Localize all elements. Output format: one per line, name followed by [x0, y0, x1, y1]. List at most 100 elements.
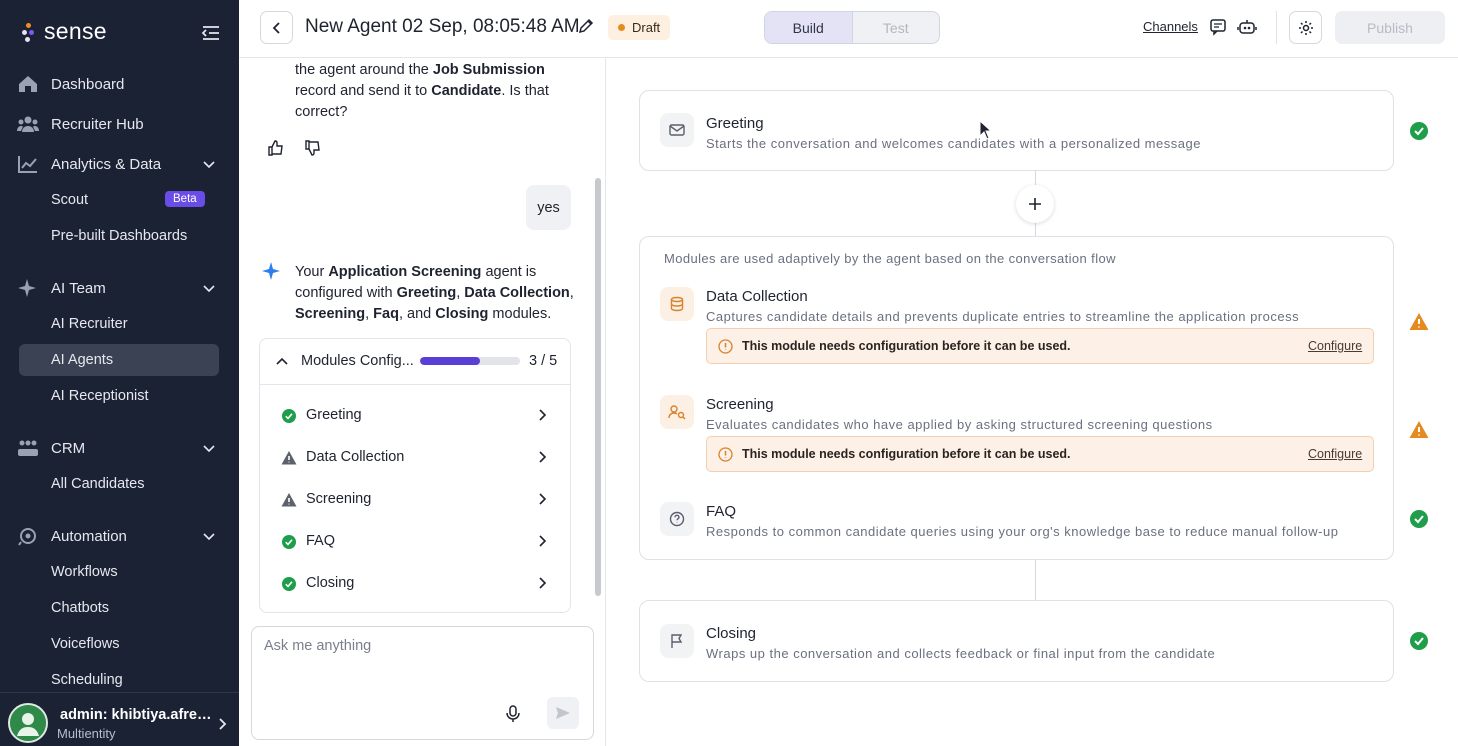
chevron-left-icon [272, 21, 280, 34]
check-circle-icon [281, 534, 297, 550]
chat-panel: the agent around the Job Submission reco… [239, 58, 606, 746]
logo[interactable]: sense [22, 18, 107, 45]
avatar [8, 703, 48, 743]
chevron-down-icon[interactable] [202, 529, 216, 543]
nav-label: Recruiter Hub [51, 115, 144, 133]
automation-icon [17, 526, 39, 546]
nav-label: CRM [51, 439, 86, 457]
chevron-down-icon[interactable] [202, 441, 216, 455]
nav-ai-recruiter[interactable]: AI Recruiter [51, 316, 128, 332]
info-circle-icon [718, 447, 733, 462]
send-button[interactable] [547, 697, 579, 729]
chevron-right-icon[interactable] [214, 716, 230, 732]
chevron-right-icon[interactable] [535, 576, 549, 590]
module-list-label: Greeting [306, 407, 362, 423]
nav-chatbots[interactable]: Chatbots [51, 600, 109, 616]
check-circle-icon [1409, 121, 1429, 141]
status-badge: Draft [608, 15, 671, 40]
chevron-right-icon[interactable] [535, 450, 549, 464]
nav-workflows[interactable]: Workflows [51, 564, 118, 580]
chat-scrollbar[interactable] [595, 178, 601, 596]
nav-recruiter-hub[interactable]: Recruiter Hub [0, 108, 239, 140]
sparkle-icon [17, 278, 39, 298]
flow-connector [1035, 560, 1036, 601]
tab-test[interactable]: Test [853, 12, 940, 43]
warning-text: This module needs configuration before i… [742, 447, 1071, 461]
module-description: Starts the conversation and welcomes can… [706, 136, 1201, 151]
nav-ai-agents[interactable]: AI Agents [51, 352, 113, 368]
bot-channel-icon[interactable] [1237, 17, 1257, 37]
user-message: yes [526, 185, 571, 230]
greeting-module-card[interactable]: Greeting Starts the conversation and wel… [639, 90, 1394, 171]
publish-button[interactable]: Publish [1335, 11, 1445, 44]
chat-channel-icon[interactable] [1208, 17, 1228, 37]
tab-build[interactable]: Build [765, 12, 853, 43]
module-title: Closing [706, 625, 757, 642]
settings-button[interactable] [1289, 11, 1322, 44]
module-title[interactable]: Screening [706, 396, 774, 413]
configure-link[interactable]: Configure [1308, 447, 1362, 461]
closing-module-card[interactable]: Closing Wraps up the conversation and co… [639, 600, 1394, 682]
chevron-right-icon[interactable] [535, 492, 549, 506]
module-title[interactable]: FAQ [706, 503, 736, 520]
chevron-down-icon[interactable] [202, 157, 216, 171]
module-title[interactable]: Data Collection [706, 288, 808, 305]
nav-scout[interactable]: Scout [51, 192, 88, 208]
module-list-label: Screening [306, 491, 372, 507]
module-list-item[interactable]: Closing [260, 563, 570, 605]
thumbs-down-icon[interactable] [305, 140, 321, 156]
nav-analytics[interactable]: Analytics & Data [0, 148, 239, 180]
warning-text: This module needs configuration before i… [742, 339, 1071, 353]
pencil-icon[interactable] [578, 18, 594, 34]
nav-label: Automation [51, 527, 127, 545]
user-search-icon [660, 395, 694, 429]
nav-crm[interactable]: CRM [0, 432, 239, 464]
module-list-item[interactable]: Greeting [260, 395, 570, 437]
collapse-sidebar-icon[interactable] [201, 24, 221, 42]
configure-link[interactable]: Configure [1308, 339, 1362, 353]
nav-label: Dashboard [51, 75, 125, 93]
chevron-down-icon[interactable] [202, 281, 216, 295]
module-list-item[interactable]: Screening [260, 479, 570, 521]
nav-prebuilt-dashboards[interactable]: Pre-built Dashboards [51, 228, 187, 244]
nav-voiceflows[interactable]: Voiceflows [51, 636, 120, 652]
microphone-icon[interactable] [505, 705, 521, 723]
module-list-item[interactable]: FAQ [260, 521, 570, 563]
info-circle-icon [718, 339, 733, 354]
warning-triangle-icon [281, 492, 297, 508]
nav-ai-team[interactable]: AI Team [0, 272, 239, 304]
warning-triangle-icon [281, 450, 297, 466]
mode-toggle: Build Test [764, 11, 940, 44]
nav-ai-receptionist[interactable]: AI Receptionist [51, 388, 149, 404]
send-icon [556, 707, 570, 719]
beta-badge: Beta [165, 191, 205, 207]
warning-triangle-icon [1409, 312, 1429, 332]
question-circle-icon [660, 502, 694, 536]
chevron-right-icon[interactable] [535, 534, 549, 548]
module-description: Captures candidate details and prevents … [706, 309, 1300, 324]
nav-scheduling[interactable]: Scheduling [51, 672, 123, 688]
user-menu[interactable]: admin: khibtiya.afree... Multientity [0, 692, 239, 746]
modules-config-title: Modules Config... [301, 353, 414, 369]
add-module-button[interactable] [1016, 185, 1054, 223]
plus-icon [1029, 198, 1041, 210]
chat-input-placeholder: Ask me anything [264, 638, 372, 654]
nav-dashboard[interactable]: Dashboard [0, 68, 239, 100]
agent-title: New Agent 02 Sep, 08:05:48 AM [305, 16, 580, 37]
back-button[interactable] [260, 11, 293, 44]
contacts-icon [17, 438, 39, 458]
header-divider [1276, 11, 1277, 44]
module-list-item[interactable]: Data Collection [260, 437, 570, 479]
status-dot [618, 24, 625, 31]
assistant-message: Your Application Screening agent is conf… [295, 264, 574, 322]
module-list-label: Data Collection [306, 449, 405, 465]
channels-link[interactable]: Channels [1143, 19, 1198, 34]
chevron-right-icon[interactable] [535, 408, 549, 422]
modules-config-header[interactable]: Modules Config... 3 / 5 [260, 339, 570, 385]
adaptive-modules-group: Modules are used adaptively by the agent… [639, 236, 1394, 560]
nav-automation[interactable]: Automation [0, 520, 239, 552]
active-nav-highlight [19, 344, 219, 376]
thumbs-up-icon[interactable] [268, 140, 284, 156]
chat-input[interactable]: Ask me anything [251, 626, 594, 740]
nav-all-candidates[interactable]: All Candidates [51, 476, 145, 492]
